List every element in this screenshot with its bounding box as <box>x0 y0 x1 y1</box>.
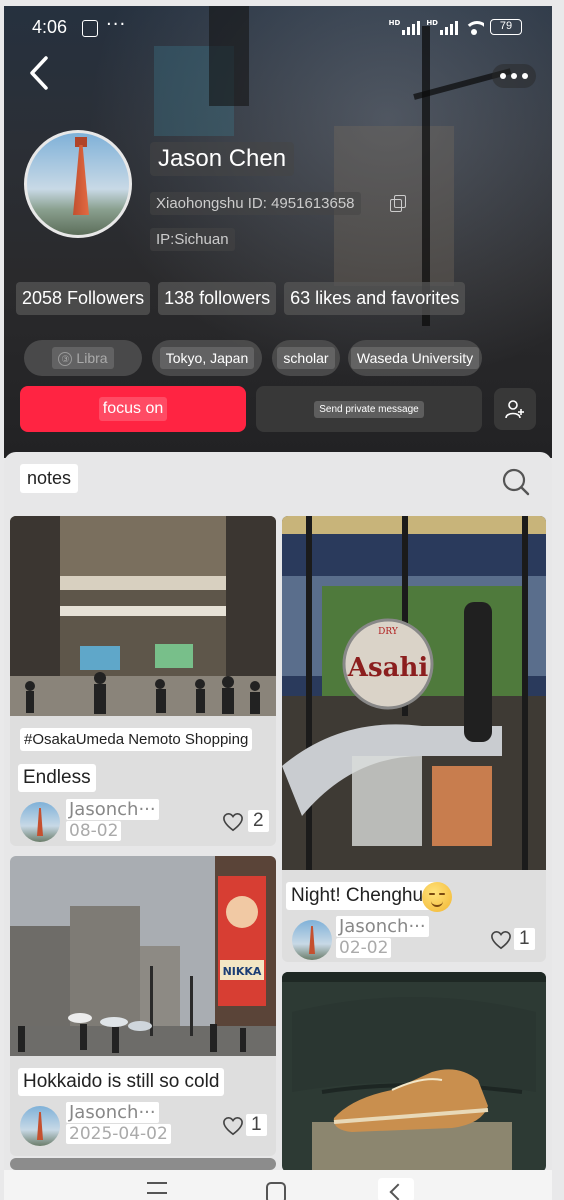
status-more-dots: ··· <box>106 14 127 35</box>
system-navigation-bar <box>4 1170 552 1200</box>
note-author[interactable]: Jasonch··· <box>66 1102 159 1123</box>
tag-zodiac: ③ Libra <box>24 340 142 376</box>
search-icon <box>502 468 530 496</box>
beer-label-subtext: DRY <box>378 627 399 637</box>
following-stat[interactable]: 138 followers <box>158 282 277 315</box>
note-card[interactable] <box>282 972 546 1170</box>
note-card-image: DRY Asahi <box>282 516 546 870</box>
back-button[interactable] <box>16 50 62 96</box>
follow-button-label: focus on <box>98 397 168 421</box>
status-bar: 4:06 ··· HD HD 79 <box>4 6 552 50</box>
back-arrow-icon <box>30 56 48 90</box>
copy-icon[interactable] <box>390 195 406 212</box>
note-date: 08-02 <box>66 821 122 841</box>
note-date: 02-02 <box>336 938 392 958</box>
private-message-button[interactable]: Send private message <box>256 386 482 432</box>
add-friend-button[interactable] <box>494 388 536 430</box>
profile-avatar[interactable] <box>24 130 132 238</box>
tag-location: Tokyo, Japan <box>152 340 262 376</box>
profile-header: 4:06 ··· HD HD 79 Jason Chen Xiaohongshu… <box>4 6 552 458</box>
note-author[interactable]: Jasonch··· <box>336 916 429 937</box>
status-indicators: HD HD 79 <box>389 19 522 35</box>
like-count: 1 <box>246 1114 267 1136</box>
note-title: Endless <box>18 764 96 792</box>
beer-label-text: Asahi <box>347 653 429 683</box>
wifi-icon <box>464 19 484 35</box>
profile-id: Xiaohongshu ID: 4951613658 <box>150 192 361 215</box>
background-pole <box>422 26 430 326</box>
note-card[interactable]: NIKKA Hokkaido is still so cold Jasonch·… <box>10 856 276 1156</box>
tab-notes[interactable]: notes <box>20 464 79 493</box>
note-card-image <box>10 516 276 716</box>
note-title: Hokkaido is still so cold <box>18 1068 225 1096</box>
more-dot <box>511 73 517 79</box>
battery-indicator: 79 <box>490 19 522 35</box>
signal-icon-2 <box>440 19 458 35</box>
more-options-button[interactable] <box>492 64 536 88</box>
profile-name: Jason Chen <box>150 142 295 176</box>
note-card[interactable]: #OsakaUmeda Nemoto Shopping Endless Jaso… <box>10 516 276 846</box>
note-card[interactable]: DRY Asahi Night! Chenghua Jasonch··· 02-… <box>282 516 546 962</box>
followers-stat[interactable]: 2058 Followers <box>16 282 151 315</box>
hd-label: HD <box>388 19 401 27</box>
author-avatar[interactable] <box>20 1106 60 1146</box>
note-topic-tag[interactable]: #OsakaUmeda Nemoto Shopping <box>20 728 253 751</box>
tag-occupation: scholar <box>272 340 340 376</box>
note-date: 2025-04-02 <box>66 1124 171 1144</box>
like-count: 1 <box>514 928 535 950</box>
author-avatar[interactable] <box>292 920 332 960</box>
notes-panel: notes #OsakaUmeda Nemoto Shopping Endles… <box>4 452 552 1170</box>
like-count: 2 <box>248 810 269 832</box>
note-card-image: NIKKA <box>10 856 276 1056</box>
tag-school-label: Waseda University <box>350 347 480 369</box>
follow-button[interactable]: focus on <box>20 386 246 432</box>
nav-back-icon[interactable] <box>378 1178 414 1200</box>
more-dots-icon <box>500 73 506 79</box>
tag-occupation-label: scholar <box>277 347 335 369</box>
notification-app-icon <box>82 20 98 37</box>
profile-stats: 2058 Followers 138 followers 63 likes an… <box>16 282 466 315</box>
search-button[interactable] <box>500 466 532 498</box>
note-author[interactable]: Jasonch··· <box>66 799 159 820</box>
gender-icon: ③ <box>58 352 73 366</box>
tag-location-label: Tokyo, Japan <box>159 347 255 369</box>
status-time: 4:06 <box>32 17 68 37</box>
heart-icon[interactable] <box>222 1116 244 1136</box>
billboard-text: NIKKA <box>223 965 262 978</box>
tag-school: Waseda University <box>348 340 482 376</box>
add-user-icon <box>505 400 524 419</box>
hd-label-2: HD <box>426 19 438 27</box>
author-avatar[interactable] <box>20 802 60 842</box>
menu-icon[interactable] <box>147 1182 167 1194</box>
more-dot <box>522 73 528 79</box>
private-message-label: Send private message <box>314 400 424 418</box>
relieved-face-emoji-icon <box>422 882 452 912</box>
heart-icon[interactable] <box>490 930 512 950</box>
heart-icon[interactable] <box>222 812 244 832</box>
note-card-image <box>282 972 546 1170</box>
avatar-tower <box>73 145 89 215</box>
signal-icon <box>402 19 421 35</box>
note-card-partial[interactable] <box>10 1158 276 1170</box>
note-title: Night! Chenghua <box>286 882 439 910</box>
tag-zodiac-label: Libra <box>76 350 108 366</box>
home-icon[interactable] <box>266 1182 286 1200</box>
likes-favorites-stat[interactable]: 63 likes and favorites <box>284 282 466 315</box>
profile-ip-location: IP:Sichuan <box>150 228 235 251</box>
